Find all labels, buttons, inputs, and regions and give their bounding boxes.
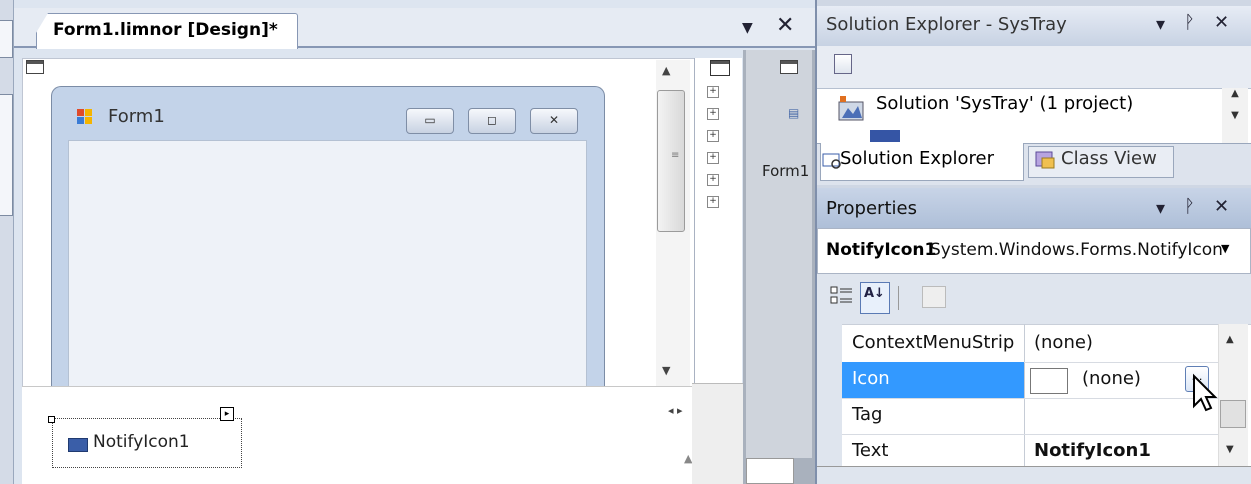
close-document-icon[interactable]: ✕ (776, 13, 794, 38)
solution-explorer-toolbar (817, 46, 1251, 88)
grip-icon: ≡ (671, 150, 680, 161)
solution-icon (838, 96, 864, 121)
property-name: Tag (852, 404, 883, 425)
property-value[interactable]: (none) (1034, 332, 1093, 353)
tree-item-solution[interactable]: Solution 'SysTray' (1 project) (876, 93, 1133, 114)
pane-dropdown-icon[interactable]: ▾ (1156, 198, 1165, 219)
property-name: ContextMenuStrip (852, 332, 1015, 353)
expand-icon[interactable]: + (707, 196, 719, 208)
selection-handle[interactable] (48, 416, 55, 423)
preview-component-icon: ▤ (788, 106, 800, 120)
tab-solution-explorer-label: Solution Explorer (840, 148, 994, 169)
property-name: Text (852, 440, 889, 461)
form-title: Form1 (108, 106, 165, 127)
tab-title: Form1.limnor [Design]* (53, 20, 278, 40)
notifyicon-label: NotifyIcon1 (93, 432, 190, 452)
pane-dropdown-icon[interactable]: ▾ (1156, 14, 1165, 35)
chevron-down-icon[interactable]: ▼ (1221, 242, 1229, 255)
categorized-icon[interactable] (828, 282, 856, 312)
window-icon (26, 60, 44, 74)
scroll-up-icon[interactable]: ▲ (1226, 334, 1234, 345)
selected-object-type: System.Windows.Forms.NotifyIcon (930, 240, 1223, 260)
smart-tag-icon[interactable]: ▸ (220, 407, 234, 421)
form-client-area[interactable] (68, 140, 587, 386)
tab-class-view-label: Class View (1061, 148, 1157, 169)
expand-icon[interactable]: + (707, 108, 719, 120)
close-pane-icon[interactable]: ✕ (1214, 196, 1229, 217)
alphabetical-icon[interactable]: A↓ (860, 282, 890, 314)
property-description-area (817, 466, 1251, 484)
scroll-down-icon[interactable]: ▼ (662, 364, 670, 377)
selected-object-name: NotifyIcon1 (826, 240, 937, 260)
expand-icon[interactable]: + (707, 86, 719, 98)
form-icon (77, 109, 92, 124)
outline-footer (692, 383, 744, 484)
class-view-icon (1035, 151, 1055, 169)
property-value[interactable]: NotifyIcon1 (1034, 440, 1151, 461)
tab-form1-design[interactable]: Form1.limnor [Design]* (36, 13, 298, 49)
alphabetical-glyph: A↓ (864, 286, 885, 301)
close-pane-icon[interactable]: ✕ (1214, 12, 1229, 33)
property-pages-icon[interactable] (922, 286, 946, 308)
property-row[interactable] (842, 398, 1218, 435)
property-grid-gutter (817, 324, 842, 466)
expand-icon[interactable]: + (707, 152, 719, 164)
pin-icon[interactable]: ᚹ (1184, 12, 1195, 33)
preview-box (746, 458, 794, 484)
scrollbar-thumb[interactable] (657, 90, 685, 232)
scrollbar-thumb[interactable] (1220, 400, 1246, 428)
form-close-button[interactable]: ✕ (530, 108, 578, 134)
toolbar-separator (898, 286, 899, 310)
property-name: Icon (852, 368, 890, 389)
toolbox-tab[interactable] (0, 20, 13, 58)
outline-form-icon (710, 60, 730, 76)
scroll-up-icon[interactable]: ▲ (662, 64, 670, 77)
solution-explorer-title: Solution Explorer - SysTray (826, 14, 1067, 35)
server-explorer-tab[interactable] (0, 94, 13, 216)
toolbox-strip[interactable] (0, 0, 14, 484)
scroll-down-icon[interactable]: ▼ (1226, 444, 1234, 455)
icon-preview-swatch (1030, 368, 1068, 394)
properties-title: Properties (826, 198, 917, 219)
project-icon (870, 130, 900, 142)
expand-icon[interactable]: + (707, 130, 719, 142)
form-preview-area (746, 50, 812, 458)
property-value[interactable]: (none) (1082, 368, 1141, 389)
solution-explorer-icon (822, 153, 841, 169)
notifyicon-icon (68, 438, 88, 452)
properties-toolbar-icon[interactable] (834, 54, 852, 74)
tab-list-dropdown-icon[interactable]: ▼ (742, 20, 753, 36)
horizontal-scroll-icon[interactable]: ◂ ▸ (668, 404, 683, 417)
preview-form-label: Form1 (762, 162, 810, 180)
pin-icon[interactable]: ᚹ (1184, 196, 1195, 217)
expand-icon[interactable]: + (707, 174, 719, 186)
preview-window-icon (780, 60, 798, 74)
form-minimize-button[interactable]: ▭ (406, 108, 454, 134)
solution-tree-scrollbar[interactable]: ▲ ▼ (1222, 88, 1248, 143)
form-maximize-button[interactable]: ◻ (468, 108, 516, 134)
